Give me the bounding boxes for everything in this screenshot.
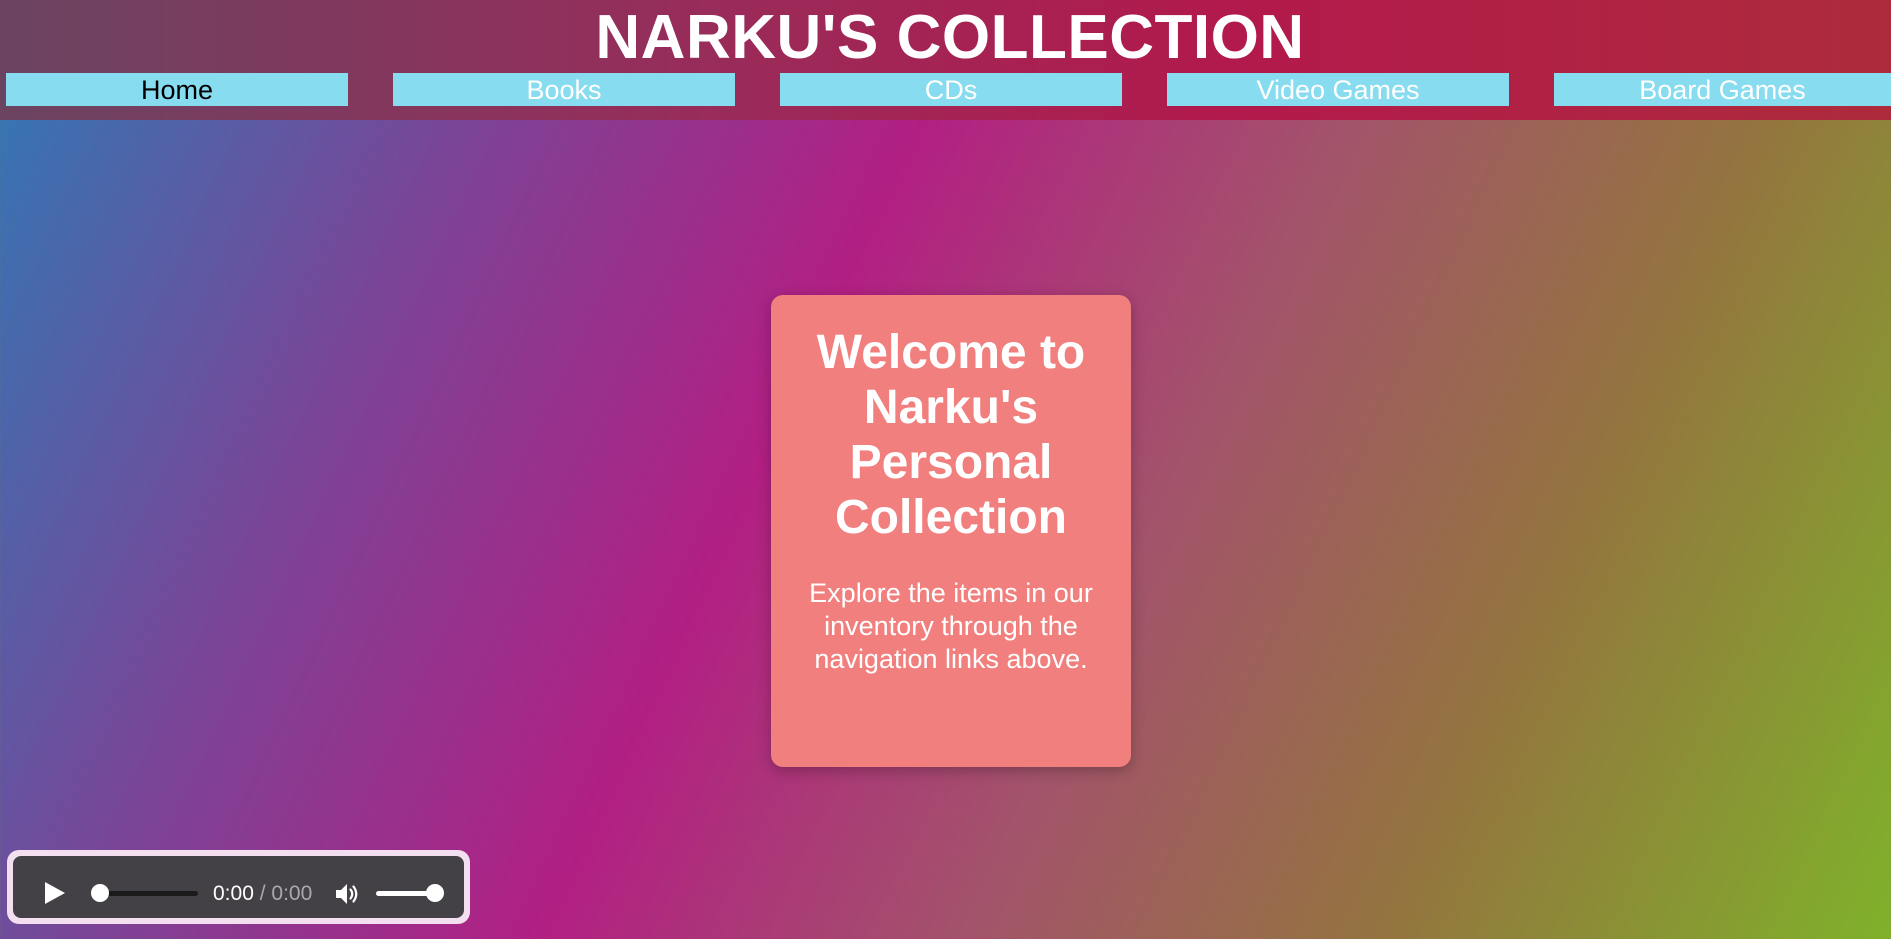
- play-icon[interactable]: [45, 882, 65, 904]
- welcome-text: Explore the items in our inventory throu…: [809, 578, 1093, 674]
- speaker-icon[interactable]: [333, 880, 361, 908]
- audio-controls: 0:00 / 0:00: [13, 856, 464, 918]
- nav-link-books[interactable]: Books: [393, 73, 735, 106]
- time-display: 0:00 / 0:00: [213, 882, 312, 906]
- current-time: 0:00: [213, 882, 254, 905]
- site-title: NARKU'S COLLECTION: [595, 3, 1305, 72]
- nav-link-home[interactable]: Home: [6, 73, 348, 106]
- main-nav: Home Books CDs Video Games Board Games: [0, 73, 1891, 107]
- seek-handle[interactable]: [91, 884, 109, 902]
- nav-link-video-games[interactable]: Video Games: [1167, 73, 1509, 106]
- volume-handle[interactable]: [426, 884, 444, 902]
- nav-link-cds[interactable]: CDs: [780, 73, 1122, 106]
- nav-link-board-games[interactable]: Board Games: [1554, 73, 1891, 106]
- duration: 0:00: [271, 882, 313, 905]
- time-separator: /: [259, 882, 266, 905]
- welcome-card: Welcome to Narku's Personal Collection E…: [771, 295, 1131, 767]
- welcome-title: Welcome to Narku's Personal Collection: [816, 326, 1086, 544]
- audio-player: 0:00 / 0:00: [7, 850, 470, 924]
- site-header: NARKU'S COLLECTION Home Books CDs Video …: [0, 0, 1891, 120]
